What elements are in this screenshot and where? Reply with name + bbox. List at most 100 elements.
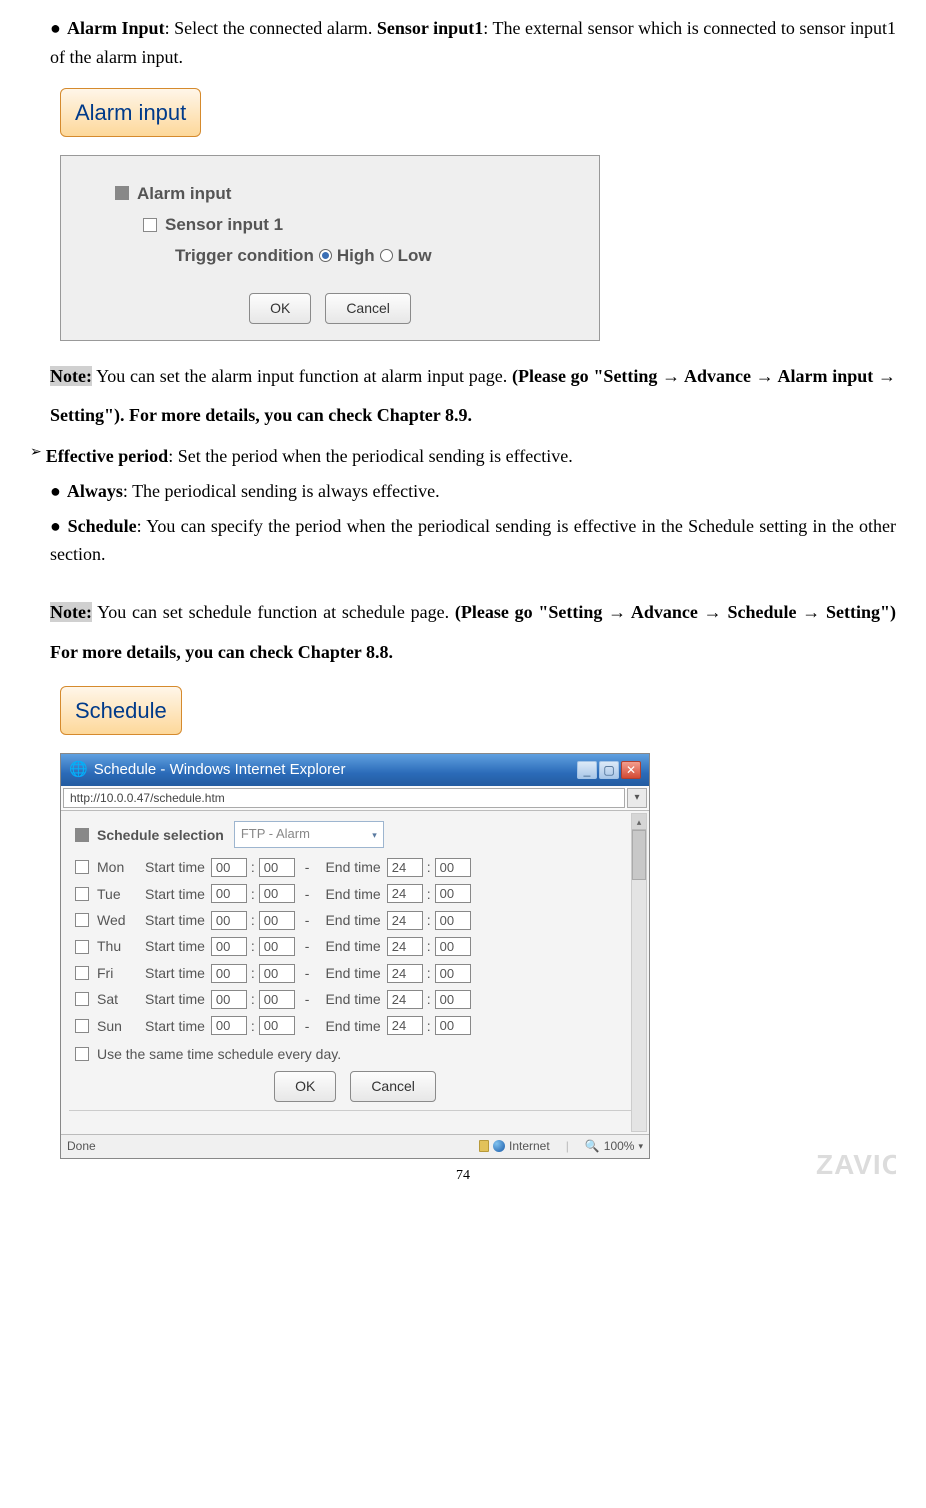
end-hour-input[interactable] <box>387 937 423 956</box>
sensor-input1-checkbox[interactable] <box>143 218 157 232</box>
status-done: Done <box>67 1137 96 1156</box>
start-time-label: Start time <box>145 1015 205 1037</box>
day-label: Mon <box>97 856 139 878</box>
minimize-button[interactable]: _ <box>577 761 597 779</box>
end-time-label: End time <box>325 962 380 984</box>
alarm-input-button[interactable]: Alarm input <box>60 88 201 137</box>
alarm-input-panel: Alarm input Sensor input 1 Trigger condi… <box>60 155 600 341</box>
end-min-input[interactable] <box>435 964 471 983</box>
trigger-low-radio[interactable] <box>380 249 393 262</box>
end-time-label: End time <box>325 883 380 905</box>
ie-window: 🌐 Schedule - Windows Internet Explorer _… <box>60 753 650 1159</box>
same-schedule-label: Use the same time schedule every day. <box>97 1043 341 1065</box>
end-time-label: End time <box>325 856 380 878</box>
effective-period-heading: ➢ Effective period: Set the period when … <box>30 442 896 471</box>
start-hour-input[interactable] <box>211 990 247 1009</box>
day-checkbox-wed[interactable] <box>75 913 89 927</box>
day-label: Sat <box>97 988 139 1010</box>
end-hour-input[interactable] <box>387 1016 423 1035</box>
end-time-label: End time <box>325 988 380 1010</box>
page-number: 74 <box>30 1165 896 1187</box>
trigger-high-radio[interactable] <box>319 249 332 262</box>
start-min-input[interactable] <box>259 1016 295 1035</box>
start-min-input[interactable] <box>259 858 295 877</box>
end-min-input[interactable] <box>435 858 471 877</box>
start-hour-input[interactable] <box>211 911 247 930</box>
alarm-input-checkbox[interactable] <box>115 186 129 200</box>
start-min-input[interactable] <box>259 937 295 956</box>
status-zone: Internet <box>509 1137 550 1156</box>
panel-ok-button[interactable]: OK <box>249 293 311 323</box>
same-schedule-row: Use the same time schedule every day. <box>75 1043 641 1065</box>
panel-sensor-input1-label: Sensor input 1 <box>165 211 283 238</box>
start-time-label: Start time <box>145 909 205 931</box>
day-checkbox-tue[interactable] <box>75 887 89 901</box>
zoom-level: 100% <box>604 1137 635 1156</box>
zoom-dropdown[interactable]: ▾ <box>638 1139 643 1153</box>
trigger-condition-label: Trigger condition <box>175 242 314 269</box>
end-min-input[interactable] <box>435 1016 471 1035</box>
start-min-input[interactable] <box>259 964 295 983</box>
scroll-thumb[interactable] <box>632 830 646 880</box>
effective-schedule: ●Schedule: You can specify the period wh… <box>50 512 896 570</box>
end-hour-input[interactable] <box>387 964 423 983</box>
address-dropdown[interactable]: ▾ <box>627 788 647 808</box>
end-hour-input[interactable] <box>387 884 423 903</box>
schedule-cancel-button[interactable]: Cancel <box>350 1071 436 1101</box>
alarm-input-bold: Alarm Input <box>67 18 165 38</box>
sensor-input1-bold: Sensor input1 <box>377 18 483 38</box>
end-min-input[interactable] <box>435 884 471 903</box>
end-hour-input[interactable] <box>387 911 423 930</box>
day-checkbox-fri[interactable] <box>75 966 89 980</box>
start-min-input[interactable] <box>259 884 295 903</box>
schedule-selection-row: Schedule selection FTP - Alarm ▾ <box>75 821 641 848</box>
day-checkbox-mon[interactable] <box>75 860 89 874</box>
start-time-label: Start time <box>145 856 205 878</box>
schedule-row-mon: MonStart time:-End time: <box>75 856 641 878</box>
panel-cancel-button[interactable]: Cancel <box>325 293 411 323</box>
ie-title-text: Schedule - Windows Internet Explorer <box>94 758 346 782</box>
end-time-label: End time <box>325 935 380 957</box>
schedule-ok-button[interactable]: OK <box>274 1071 336 1101</box>
end-hour-input[interactable] <box>387 858 423 877</box>
scrollbar[interactable]: ▴ <box>631 813 647 1131</box>
ie-status-bar: Done Internet | 🔍 100% ▾ <box>61 1134 649 1158</box>
end-min-input[interactable] <box>435 990 471 1009</box>
start-hour-input[interactable] <box>211 964 247 983</box>
trigger-condition-row: Trigger condition High Low <box>175 242 581 269</box>
schedule-row-sat: SatStart time:-End time: <box>75 988 641 1010</box>
trigger-low-label: Low <box>398 242 432 269</box>
schedule-selection-dropdown[interactable]: FTP - Alarm ▾ <box>234 821 384 848</box>
day-checkbox-sun[interactable] <box>75 1019 89 1033</box>
address-input[interactable] <box>63 788 625 808</box>
note2-label: Note: <box>50 602 92 622</box>
end-min-input[interactable] <box>435 937 471 956</box>
trigger-high-label: High <box>337 242 375 269</box>
start-hour-input[interactable] <box>211 937 247 956</box>
schedule-selection-checkbox[interactable] <box>75 828 89 842</box>
start-hour-input[interactable] <box>211 1016 247 1035</box>
zoom-icon: 🔍 <box>585 1137 600 1156</box>
close-button[interactable]: ✕ <box>621 761 641 779</box>
schedule-row-tue: TueStart time:-End time: <box>75 883 641 905</box>
same-schedule-checkbox[interactable] <box>75 1047 89 1061</box>
start-time-label: Start time <box>145 935 205 957</box>
watermark: ZAVIO <box>816 1143 896 1188</box>
scroll-up[interactable]: ▴ <box>632 814 646 830</box>
schedule-button[interactable]: Schedule <box>60 686 182 735</box>
start-time-label: Start time <box>145 883 205 905</box>
start-hour-input[interactable] <box>211 858 247 877</box>
start-min-input[interactable] <box>259 990 295 1009</box>
start-hour-input[interactable] <box>211 884 247 903</box>
day-checkbox-sat[interactable] <box>75 992 89 1006</box>
note1-label: Note: <box>50 366 92 386</box>
alarm-input-paragraph: ●Alarm Input: Select the connected alarm… <box>50 14 896 72</box>
schedule-row-fri: FriStart time:-End time: <box>75 962 641 984</box>
end-min-input[interactable] <box>435 911 471 930</box>
effective-always: ●Always: The periodical sending is alway… <box>50 477 896 506</box>
day-checkbox-thu[interactable] <box>75 940 89 954</box>
maximize-button[interactable]: ▢ <box>599 761 619 779</box>
start-min-input[interactable] <box>259 911 295 930</box>
end-hour-input[interactable] <box>387 990 423 1009</box>
schedule-row-thu: ThuStart time:-End time: <box>75 935 641 957</box>
